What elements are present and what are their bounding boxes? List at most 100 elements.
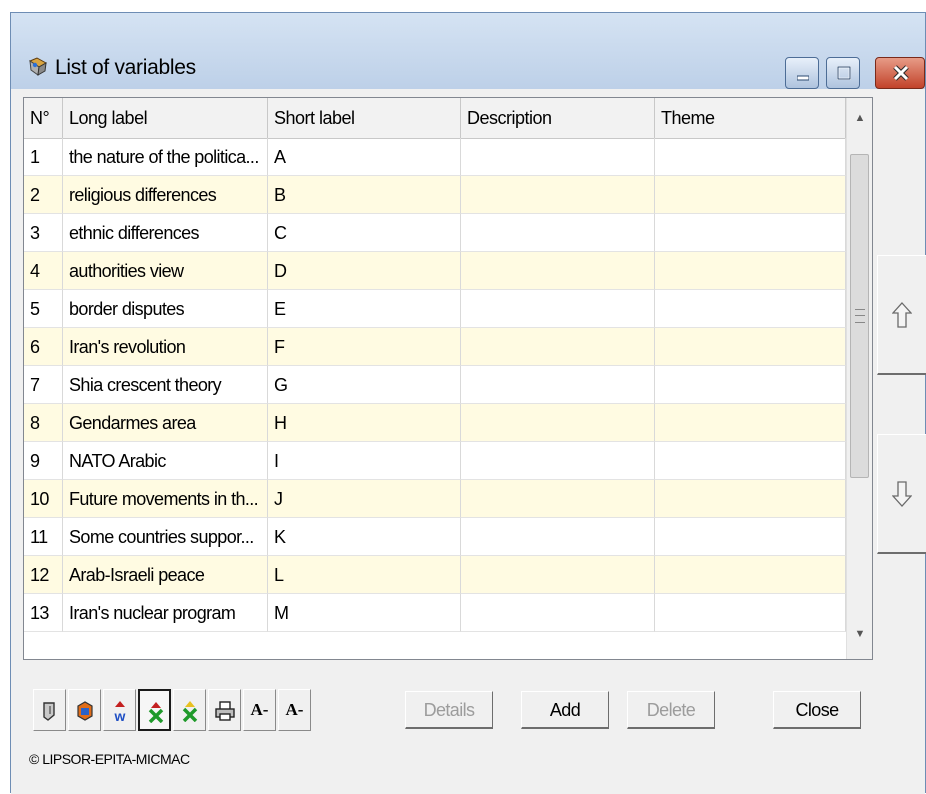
scroll-down-arrow-icon[interactable]: ▼ [847,614,872,654]
cell-theme[interactable] [655,480,846,518]
window-client-area: N° Long label Short label Description Th… [11,89,926,794]
cell-short-label[interactable]: F [268,328,461,366]
cell-theme[interactable] [655,290,846,328]
cell-number: 7 [24,366,63,404]
column-header-short-label[interactable]: Short label [268,98,461,138]
cell-short-label[interactable]: G [268,366,461,404]
cell-theme[interactable] [655,404,846,442]
cell-theme[interactable] [655,366,846,404]
cell-short-label[interactable]: L [268,556,461,594]
title-bar[interactable]: List of variables [11,13,925,89]
cell-description[interactable] [461,480,655,518]
delete-variable-icon [182,701,198,722]
table-row[interactable]: 13 Iran's nuclear program M [24,594,846,632]
cell-description[interactable] [461,404,655,442]
remove-variable-button[interactable] [138,689,171,731]
cell-long-label[interactable]: Arab-Israeli peace [63,556,268,594]
table-row[interactable]: 6 Iran's revolution F [24,328,846,366]
cell-short-label[interactable]: H [268,404,461,442]
table-row[interactable]: 12 Arab-Israeli peace L [24,556,846,594]
table-row[interactable]: 9 NATO Arabic I [24,442,846,480]
cell-theme[interactable] [655,442,846,480]
delete-variable-button[interactable] [173,689,206,731]
column-header-description[interactable]: Description [461,98,655,138]
cell-description[interactable] [461,518,655,556]
cell-long-label[interactable]: Iran's revolution [63,328,268,366]
cell-description[interactable] [461,556,655,594]
add-variable-button[interactable]: w [103,689,136,731]
maximize-button[interactable] [826,57,860,89]
cell-short-label[interactable]: K [268,518,461,556]
cell-description[interactable] [461,176,655,214]
cell-description[interactable] [461,594,655,632]
cell-long-label[interactable]: the nature of the politica... [63,138,268,176]
cell-description[interactable] [461,442,655,480]
cell-theme[interactable] [655,518,846,556]
cell-long-label[interactable]: Gendarmes area [63,404,268,442]
cell-theme[interactable] [655,214,846,252]
table-row[interactable]: 8 Gendarmes area H [24,404,846,442]
cell-short-label[interactable]: C [268,214,461,252]
delete-button[interactable]: Delete [627,691,715,729]
scroll-thumb[interactable] [850,154,869,478]
cell-long-label[interactable]: NATO Arabic [63,442,268,480]
cell-long-label[interactable]: Iran's nuclear program [63,594,268,632]
cell-short-label[interactable]: D [268,252,461,290]
cell-long-label[interactable]: Shia crescent theory [63,366,268,404]
cell-description[interactable] [461,214,655,252]
minimize-button[interactable] [785,57,819,89]
cell-short-label[interactable]: E [268,290,461,328]
cell-long-label[interactable]: Future movements in th... [63,480,268,518]
add-button[interactable]: Add [521,691,609,729]
table-row[interactable]: 4 authorities view D [24,252,846,290]
cell-number: 5 [24,290,63,328]
cell-short-label[interactable]: A [268,138,461,176]
cell-short-label[interactable]: B [268,176,461,214]
tool-button[interactable] [33,689,66,731]
cell-long-label[interactable]: Some countries suppor... [63,518,268,556]
table-row[interactable]: 1 the nature of the politica... A [24,138,846,176]
cell-long-label[interactable]: ethnic differences [63,214,268,252]
cell-theme[interactable] [655,138,846,176]
cell-short-label[interactable]: M [268,594,461,632]
cell-description[interactable] [461,328,655,366]
cell-theme[interactable] [655,328,846,366]
cell-long-label[interactable]: border disputes [63,290,268,328]
cell-description[interactable] [461,138,655,176]
cell-long-label[interactable]: religious differences [63,176,268,214]
table-row[interactable]: 10 Future movements in th... J [24,480,846,518]
cell-number: 13 [24,594,63,632]
move-up-button[interactable] [877,255,926,375]
print-button[interactable] [208,689,241,731]
column-header-number[interactable]: N° [24,98,63,138]
refresh-button[interactable] [68,689,101,731]
cell-description[interactable] [461,290,655,328]
cell-short-label[interactable]: I [268,442,461,480]
decrease-font-button-2[interactable]: A- [278,689,311,731]
cell-theme[interactable] [655,176,846,214]
cell-long-label[interactable]: authorities view [63,252,268,290]
column-header-theme[interactable]: Theme [655,98,846,138]
table-row[interactable]: 7 Shia crescent theory G [24,366,846,404]
cell-short-label[interactable]: J [268,480,461,518]
cell-number: 3 [24,214,63,252]
cell-description[interactable] [461,366,655,404]
cell-theme[interactable] [655,556,846,594]
decrease-font-button[interactable]: A- [243,689,276,731]
table-row[interactable]: 2 religious differences B [24,176,846,214]
close-icon [893,65,909,81]
cell-theme[interactable] [655,252,846,290]
table-row[interactable]: 3 ethnic differences C [24,214,846,252]
cell-theme[interactable] [655,594,846,632]
variables-table[interactable]: N° Long label Short label Description Th… [23,97,873,660]
close-button[interactable]: Close [773,691,861,729]
close-window-button[interactable] [875,57,925,89]
move-down-button[interactable] [877,434,926,554]
cell-description[interactable] [461,252,655,290]
details-button[interactable]: Details [405,691,493,729]
table-row[interactable]: 11 Some countries suppor... K [24,518,846,556]
vertical-scrollbar[interactable]: ▲ ▼ [846,98,872,659]
table-row[interactable]: 5 border disputes E [24,290,846,328]
scroll-up-arrow-icon[interactable]: ▲ [847,98,872,138]
column-header-long-label[interactable]: Long label [63,98,268,138]
